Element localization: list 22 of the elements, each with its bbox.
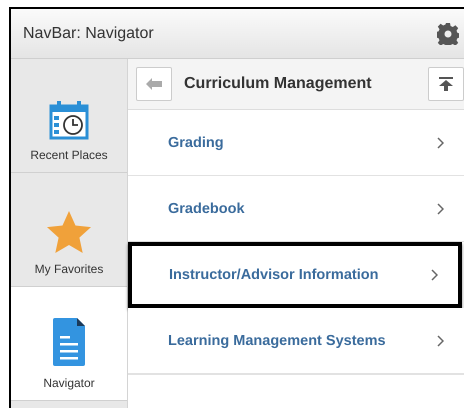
menu-item-label: Grading: [168, 134, 224, 150]
chevron-right-icon: [431, 269, 438, 281]
sidebar-label: Recent Places: [30, 148, 108, 162]
settings-icon[interactable]: [437, 22, 459, 44]
menu-item-label: Gradebook: [168, 200, 245, 216]
back-arrow-icon: [146, 78, 162, 90]
top-button[interactable]: [428, 67, 464, 101]
chevron-right-icon: [437, 136, 444, 148]
star-icon: [46, 210, 92, 254]
document-icon: [52, 316, 86, 368]
window-title: NavBar: Navigator: [23, 24, 154, 42]
top-arrow-icon: [439, 77, 453, 91]
folder-title: Curriculum Management: [184, 75, 373, 93]
sidebar-label: Navigator: [43, 376, 95, 390]
sidebar-label: My Favorites: [34, 262, 104, 276]
sidebar-item[interactable]: Navigator: [11, 287, 127, 401]
chevron-right-icon: [437, 202, 444, 214]
menu-item[interactable]: Instructor/Advisor Information: [128, 242, 462, 308]
menu-item-label: Learning Management Systems: [168, 332, 386, 348]
chevron-right-icon: [437, 334, 444, 346]
calendar-clock-icon: [49, 100, 89, 140]
menu-item-label: Instructor/Advisor Information: [169, 267, 378, 283]
